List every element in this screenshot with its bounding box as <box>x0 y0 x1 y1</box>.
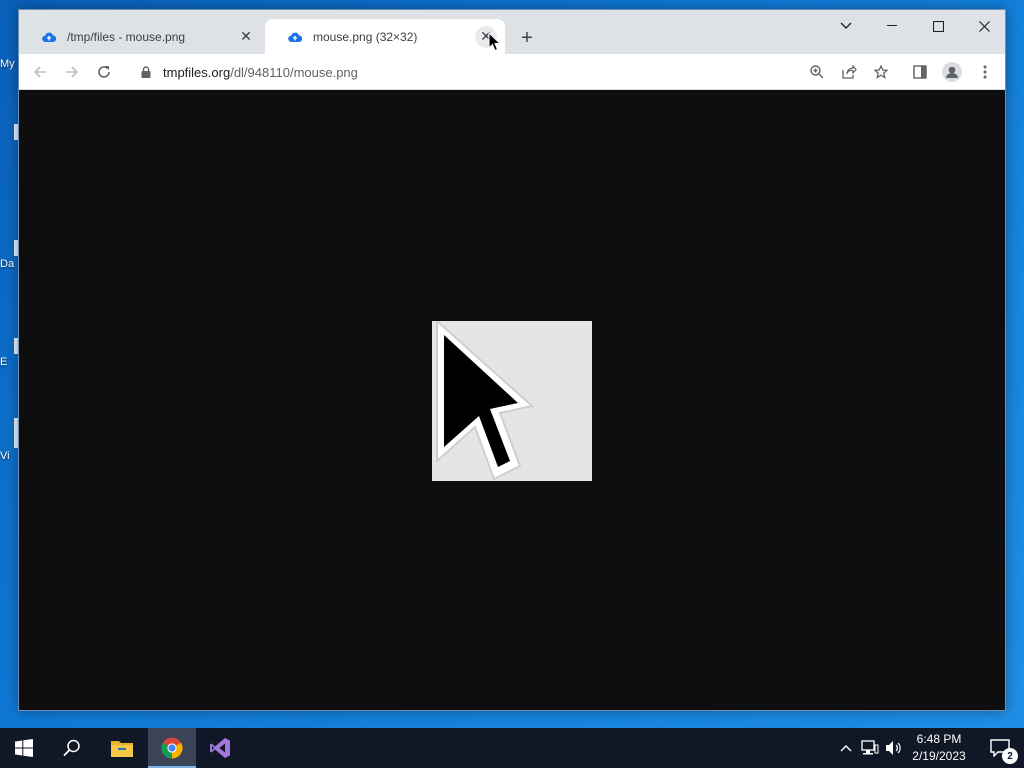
file-explorer-button[interactable] <box>98 728 146 768</box>
show-hidden-icons-chevron-icon[interactable] <box>836 738 856 758</box>
mouse-png-image[interactable] <box>432 318 592 481</box>
profile-avatar-icon[interactable] <box>939 59 965 85</box>
desktop-icon-label: Vi <box>0 450 10 462</box>
desktop-icon-vi[interactable]: Vi <box>0 418 18 462</box>
taskbar: 6:48 PM 2/19/2023 2 <box>0 728 1024 768</box>
search-icon <box>63 739 80 757</box>
cloud-upload-icon <box>41 29 57 45</box>
address-bar[interactable]: tmpfiles.org/dl/948110/mouse.png <box>129 58 889 86</box>
chrome-icon <box>161 737 183 759</box>
tab-title: /tmp/files - mouse.png <box>67 29 186 44</box>
mouse-pointer-icon <box>488 32 502 52</box>
search-button[interactable] <box>48 728 96 768</box>
browser-window: /tmp/files - mouse.png ✕ mouse.png (32×3… <box>18 9 1006 711</box>
network-icon[interactable] <box>860 738 880 758</box>
toolbar: tmpfiles.org/dl/948110/mouse.png <box>19 54 1005 90</box>
url-host: tmpfiles.org <box>163 64 231 80</box>
visual-studio-button[interactable] <box>196 728 244 768</box>
clock-time: 6:48 PM <box>916 732 962 746</box>
desktop-icon-label: Da <box>0 258 15 270</box>
desktop-icon-label: E <box>0 356 8 368</box>
desktop-icon-my[interactable]: My <box>0 58 18 70</box>
maximize-button[interactable] <box>915 10 961 42</box>
cloud-upload-icon <box>287 29 303 45</box>
image-viewer <box>19 91 1005 710</box>
close-tab-icon[interactable]: ✕ <box>235 26 257 48</box>
file-explorer-icon <box>111 741 133 757</box>
lock-icon[interactable] <box>139 65 153 79</box>
tab-strip: /tmp/files - mouse.png ✕ mouse.png (32×3… <box>19 10 1005 54</box>
tab-search-icon[interactable] <box>823 10 869 42</box>
forward-button[interactable] <box>59 59 85 85</box>
reload-button[interactable] <box>91 59 117 85</box>
url-path: /dl/948110/mouse.png <box>230 64 358 80</box>
clock-date: 2/19/2023 <box>912 749 966 763</box>
side-panel-icon[interactable] <box>907 59 933 85</box>
clock[interactable]: 6:48 PM 2/19/2023 <box>904 731 974 765</box>
new-tab-button[interactable]: + <box>515 26 539 50</box>
desktop-icon-da[interactable]: Da <box>0 240 18 270</box>
action-center-button[interactable]: 2 <box>980 728 1020 768</box>
desktop-icon-label: My <box>0 58 15 70</box>
zoom-icon[interactable] <box>804 59 830 85</box>
volume-icon[interactable] <box>884 738 904 758</box>
close-window-button[interactable] <box>961 10 1007 42</box>
menu-kebab-icon[interactable] <box>972 59 998 85</box>
tab-mouse-png[interactable]: mouse.png (32×32) ✕ <box>265 19 505 54</box>
chrome-button[interactable] <box>148 728 196 768</box>
back-button[interactable] <box>27 59 53 85</box>
share-icon[interactable] <box>836 59 862 85</box>
url-text: tmpfiles.org/dl/948110/mouse.png <box>163 65 358 80</box>
desktop-icon-unknown[interactable] <box>0 124 18 142</box>
visual-studio-icon <box>210 738 230 758</box>
windows-logo-icon <box>15 739 33 757</box>
tab-title: mouse.png (32×32) <box>313 29 418 44</box>
tab-tmp-files[interactable]: /tmp/files - mouse.png ✕ <box>19 19 265 54</box>
bookmark-star-icon[interactable] <box>868 59 894 85</box>
minimize-button[interactable] <box>869 10 915 42</box>
arrow-cursor-icon <box>436 318 535 481</box>
notification-count-badge: 2 <box>1002 748 1018 764</box>
start-button[interactable] <box>0 728 48 768</box>
desktop-icon-e[interactable]: E <box>0 338 18 368</box>
